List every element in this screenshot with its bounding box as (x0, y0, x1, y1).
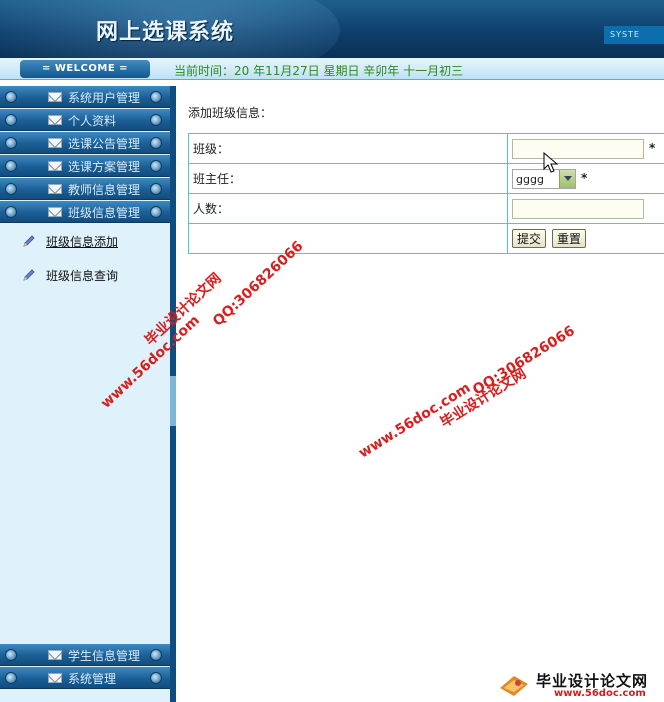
count-input[interactable] (512, 198, 644, 219)
bullet-icon (150, 206, 162, 218)
mail-icon (48, 115, 62, 125)
menu-item-students[interactable]: 学生信息管理 (0, 644, 170, 666)
bullet-icon (5, 91, 17, 103)
mail-icon (48, 92, 62, 102)
add-class-form: 班级： * 班主任： gggg * 人数： 提交 重置 (188, 133, 664, 254)
form-row-count: 人数： (188, 193, 664, 224)
reset-button[interactable]: 重置 (552, 229, 587, 248)
teacher-cell: gggg * (507, 163, 664, 194)
mail-icon (48, 161, 62, 171)
current-time: 当前时间：20 年11月27日 星期日 辛卯年 十一月初三 (174, 64, 464, 78)
footer-logo: 毕业设计论文网 www.56doc.com (498, 668, 664, 702)
bullet-icon (150, 649, 162, 661)
page-title: 添加班级信息： (188, 106, 273, 120)
menu-item-system-users[interactable]: 系统用户管理 (0, 86, 170, 108)
bullet-icon (150, 91, 162, 103)
sidebar-scrollbar[interactable] (170, 86, 176, 702)
app-title: 网上选课系统 (96, 20, 235, 45)
menu-item-classes[interactable]: 班级信息管理 (0, 201, 170, 223)
footer-logo-url: www.56doc.com (554, 688, 646, 699)
required-mark: * (581, 171, 588, 185)
chevron-down-icon[interactable] (559, 169, 575, 188)
submit-button[interactable]: 提交 (512, 229, 547, 248)
menu-item-label: 系统用户管理 (68, 91, 141, 105)
bullet-icon (150, 114, 162, 126)
bullet-icon (5, 649, 17, 661)
menu-item-course-plans[interactable]: 选课方案管理 (0, 155, 170, 177)
submenu-add-class[interactable]: 班级信息添加 (22, 232, 162, 250)
bullet-icon (150, 672, 162, 684)
menu-item-label: 教师信息管理 (68, 183, 141, 197)
mouse-cursor-icon (543, 152, 559, 173)
required-mark: * (649, 141, 656, 155)
mail-icon (48, 207, 62, 217)
header-banner: 网上选课系统 SYSTE (0, 0, 664, 58)
submenu-query-class[interactable]: 班级信息查询 (22, 266, 162, 284)
submenu-label: 班级信息查询 (46, 269, 119, 283)
submenu-label: 班级信息添加 (46, 235, 119, 249)
count-cell (507, 193, 664, 224)
bullet-icon (5, 183, 17, 195)
menu-item-announcements[interactable]: 选课公告管理 (0, 132, 170, 154)
form-row-actions: 提交 重置 (188, 223, 664, 254)
menu-item-label: 学生信息管理 (68, 649, 141, 663)
menu-item-label: 个人资料 (68, 114, 117, 128)
bullet-icon (5, 137, 17, 149)
mail-icon (48, 138, 62, 148)
teacher-label: 班主任： (188, 163, 508, 194)
menu-item-label: 班级信息管理 (68, 206, 141, 220)
menu-item-teachers[interactable]: 教师信息管理 (0, 178, 170, 200)
class-label: 班级： (188, 133, 508, 164)
mail-icon (48, 184, 62, 194)
class-cell: * (507, 133, 664, 164)
scroll-thumb[interactable] (170, 376, 176, 426)
welcome-badge: = WELCOME = (20, 60, 150, 78)
pencil-icon (23, 269, 35, 281)
form-row-class: 班级： * (188, 133, 664, 164)
menu-item-label: 选课方案管理 (68, 160, 141, 174)
empty-cell (188, 223, 508, 254)
logo-mark-icon (500, 676, 528, 696)
menu-item-profile[interactable]: 个人资料 (0, 109, 170, 131)
bullet-icon (150, 183, 162, 195)
mail-icon (48, 650, 62, 660)
form-row-teacher: 班主任： gggg * (188, 163, 664, 194)
bullet-icon (5, 206, 17, 218)
class-input[interactable] (512, 138, 644, 159)
bullet-icon (5, 114, 17, 126)
actions-cell: 提交 重置 (507, 223, 664, 254)
sidebar: 系统用户管理 个人资料 选课公告管理 选课方案管理 教师信息管理 班级信息管理 (0, 86, 176, 702)
menu-item-label: 系统管理 (68, 672, 117, 686)
mail-icon (48, 673, 62, 683)
menu-item-system-admin[interactable]: 系统管理 (0, 667, 170, 689)
pencil-icon (23, 235, 35, 247)
bullet-icon (150, 137, 162, 149)
bullet-icon (150, 160, 162, 172)
menu-item-label: 选课公告管理 (68, 137, 141, 151)
teacher-selected-value: gggg (516, 172, 544, 186)
system-badge: SYSTE (604, 26, 664, 44)
bullet-icon (5, 160, 17, 172)
count-label: 人数： (188, 193, 508, 224)
bullet-icon (5, 672, 17, 684)
